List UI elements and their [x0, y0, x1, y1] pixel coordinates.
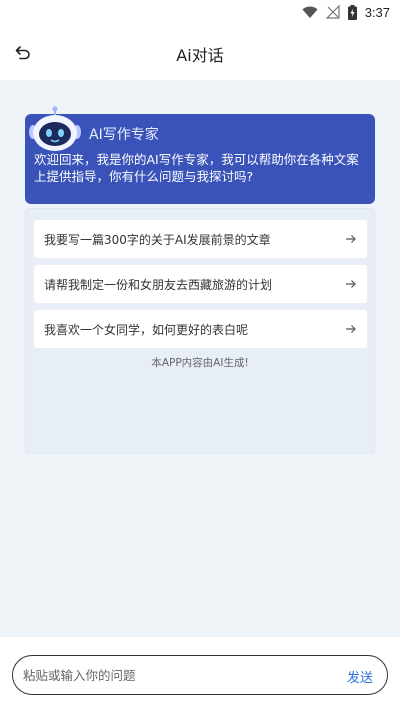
status-icons: 3:37 [302, 4, 390, 20]
page-title: Ai对话 [176, 46, 224, 65]
status-bar: 3:37 [0, 0, 400, 24]
robot-avatar-icon [29, 106, 81, 151]
suggestion-text: 我喜欢一个女同学，如何更好的表白呢 [44, 323, 249, 337]
assistant-name: AI写作专家 [89, 127, 159, 143]
status-time: 3:37 [364, 4, 390, 20]
battery-charging-icon [347, 4, 357, 20]
send-button[interactable]: 发送 [347, 667, 373, 686]
app-bar: Ai对话 [0, 24, 400, 80]
suggestion-item[interactable]: 我要写一篇300字的关于AI发展前景的文章 [34, 220, 367, 258]
arrow-right-icon [346, 280, 356, 288]
arrow-right-icon [346, 235, 356, 243]
suggestion-item[interactable]: 我喜欢一个女同学，如何更好的表白呢 [34, 310, 367, 348]
suggestion-panel: 我要写一篇300字的关于AI发展前景的文章 请帮我制定一份和女朋友去西藏旅游的计… [25, 208, 375, 454]
suggestion-item[interactable]: 请帮我制定一份和女朋友去西藏旅游的计划 [34, 265, 367, 303]
suggestion-text: 我要写一篇300字的关于AI发展前景的文章 [44, 233, 271, 247]
chat-area: AI写作专家 欢迎回来，我是你的AI写作专家，我可以帮助你在各种文案上提供指导，… [0, 80, 400, 637]
question-input[interactable] [23, 664, 323, 686]
arrow-right-icon [346, 325, 356, 333]
input-bar: 发送 [0, 637, 400, 712]
no-signal-icon [325, 5, 340, 19]
input-box: 发送 [12, 655, 388, 695]
wifi-icon [302, 6, 318, 18]
welcome-message: 欢迎回来，我是你的AI写作专家，我可以帮助你在各种文案上提供指导，你有什么问题与… [34, 152, 359, 184]
suggestion-text: 请帮我制定一份和女朋友去西藏旅游的计划 [44, 278, 273, 292]
ai-disclaimer: 本APP内容由AI生成! [151, 357, 249, 369]
